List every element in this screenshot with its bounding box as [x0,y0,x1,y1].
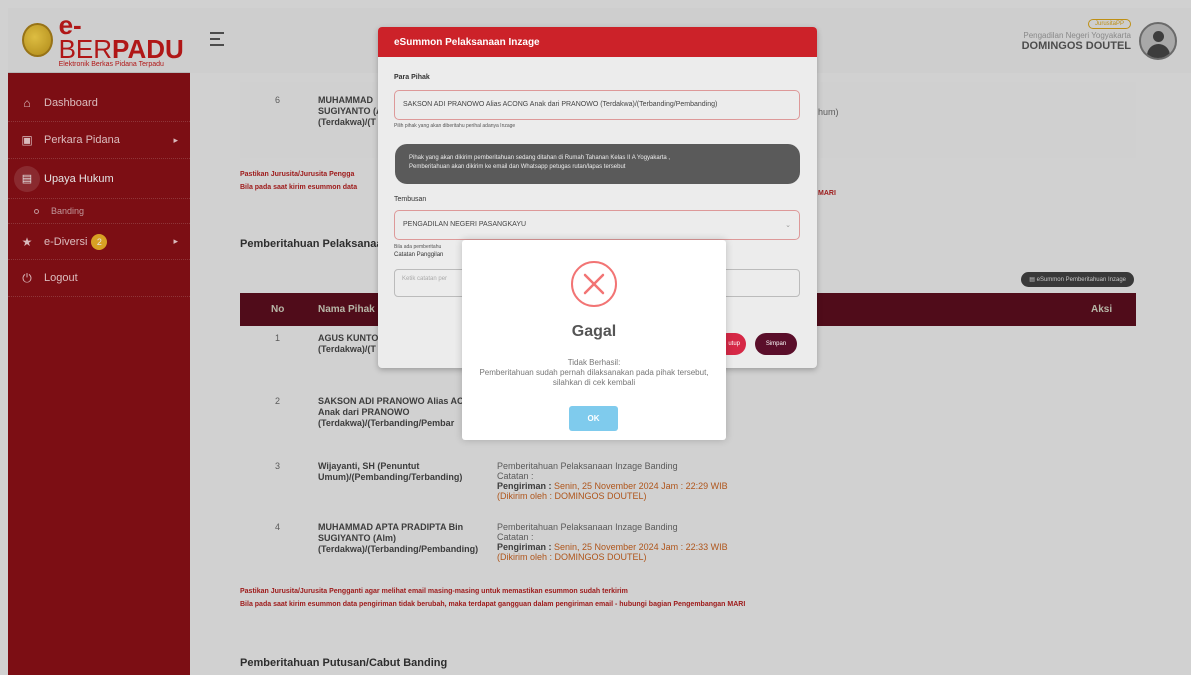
dialog-message: Tidak Berhasil: Pemberitahuan sudah pern… [479,358,709,387]
para-pihak-label: Para Pihak [394,74,430,81]
error-dialog: Gagal Tidak Berhasil: Pemberitahuan suda… [462,240,726,440]
modal-title: eSummon Pelaksanaan Inzage [378,27,817,57]
tembusan-label: Tembusan [394,196,427,203]
catatan-label: Catatan Panggilan [394,252,444,258]
error-x-icon [571,261,617,307]
tembusan-select[interactable]: PENGADILAN NEGERI PASANGKAYU ⌄ [394,210,800,240]
detention-alert: Pihak yang akan dikirim pemberitahuan se… [395,144,800,184]
dialog-title: Gagal [571,323,617,340]
para-pihak-help: Pilih pihak yang akan diberitahu perihal… [394,123,516,129]
ok-button[interactable]: OK [569,406,618,431]
para-pihak-select[interactable]: SAKSON ADI PRANOWO Alias ACONG Anak dari… [394,90,800,120]
tembusan-help: Bila ada pemberitahu [394,244,442,250]
save-button[interactable]: Simpan [755,333,797,355]
chevron-down-icon: ⌄ [785,222,791,229]
